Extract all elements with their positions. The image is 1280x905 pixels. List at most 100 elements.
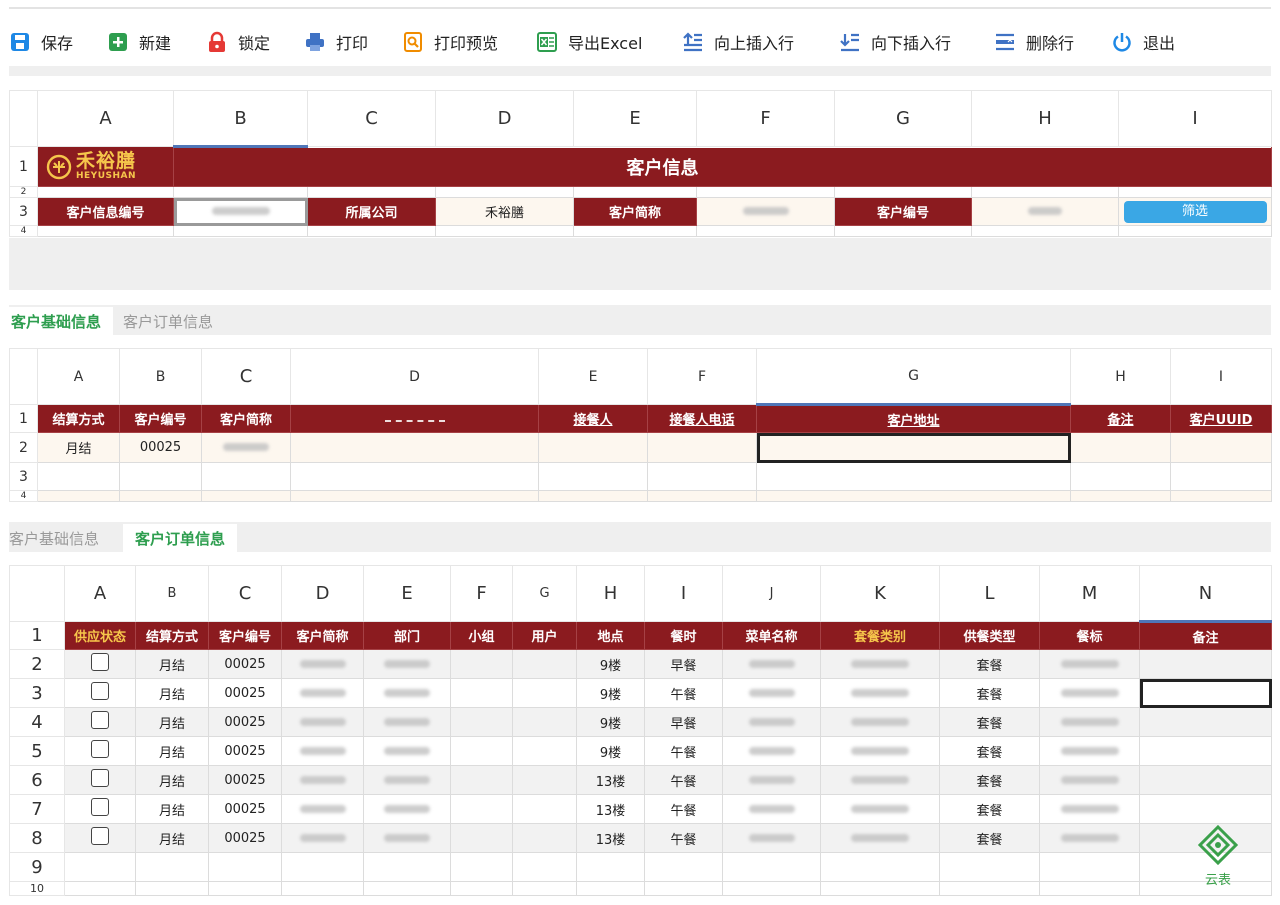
supply-status-checkbox-cell[interactable] [64, 649, 136, 679]
table-cell[interactable]: 9楼 [576, 736, 645, 766]
table-cell[interactable] [135, 852, 209, 882]
table-cell[interactable] [820, 678, 940, 708]
table-cell[interactable] [512, 678, 577, 708]
row-header-1[interactable]: 1 [9, 621, 65, 650]
cell[interactable] [37, 186, 174, 198]
table-cell[interactable]: 00025 [208, 649, 282, 679]
cell[interactable] [307, 186, 436, 198]
table-cell[interactable]: 午餐 [644, 736, 723, 766]
cell[interactable] [119, 462, 202, 491]
cell[interactable] [37, 490, 120, 502]
col-header-a[interactable]: A [37, 348, 120, 405]
col-header-b[interactable]: B [119, 348, 202, 405]
col-header-c[interactable]: C [201, 348, 291, 405]
table-cell[interactable] [820, 707, 940, 737]
table-cell[interactable] [1039, 678, 1140, 708]
table-cell[interactable]: 套餐 [939, 765, 1040, 795]
new-button[interactable]: 新建 [107, 26, 206, 58]
col-header-i[interactable]: I [1170, 348, 1272, 405]
table-cell[interactable]: 月结 [135, 649, 209, 679]
table-cell[interactable]: 13楼 [576, 823, 645, 853]
col-header-k[interactable]: K [820, 565, 940, 622]
table-cell[interactable] [820, 794, 940, 824]
col-header-g[interactable]: G [512, 565, 577, 622]
col-header-a[interactable]: A [37, 90, 174, 147]
table-cell[interactable] [512, 794, 577, 824]
cell[interactable] [201, 490, 291, 502]
table-cell[interactable]: 00025 [208, 794, 282, 824]
cell[interactable] [37, 462, 120, 491]
table-cell[interactable]: 早餐 [644, 707, 723, 737]
export-excel-button[interactable]: 导出Excel [536, 26, 682, 58]
table-cell[interactable]: 套餐 [939, 707, 1040, 737]
table-cell[interactable]: 9楼 [576, 649, 645, 679]
table-cell[interactable] [512, 707, 577, 737]
table-cell[interactable]: 月结 [135, 736, 209, 766]
table-cell[interactable]: 月结 [135, 794, 209, 824]
row-header-6[interactable]: 6 [9, 765, 65, 795]
table-cell[interactable]: 9楼 [576, 707, 645, 737]
table-cell[interactable] [450, 736, 513, 766]
table-cell[interactable] [1139, 794, 1272, 824]
customer-short-name-field[interactable] [696, 197, 835, 226]
lock-button[interactable]: 锁定 [206, 26, 304, 58]
row-header-5[interactable]: 5 [9, 736, 65, 766]
supply-status-checkbox-cell[interactable] [64, 707, 136, 737]
table-cell[interactable] [363, 678, 451, 708]
table-cell[interactable] [722, 852, 821, 882]
table-cell[interactable] [208, 881, 282, 896]
cell[interactable] [538, 462, 648, 491]
table-cell[interactable]: 00025 [208, 765, 282, 795]
col-header-h[interactable]: H [1070, 348, 1171, 405]
row-header-9[interactable]: 9 [9, 852, 65, 882]
row-header-4[interactable]: 4 [9, 707, 65, 737]
col-header-f[interactable]: F [450, 565, 513, 622]
table-cell[interactable] [1039, 794, 1140, 824]
table-cell[interactable] [939, 881, 1040, 896]
col-header-g[interactable]: G [756, 348, 1071, 406]
col-header-h[interactable]: H [971, 90, 1119, 147]
delete-row-button[interactable]: 删除行 [994, 26, 1111, 58]
cell[interactable] [1170, 490, 1272, 502]
table-cell[interactable] [722, 678, 821, 708]
table-cell[interactable]: 午餐 [644, 794, 723, 824]
supply-status-checkbox[interactable] [91, 740, 109, 758]
col-header-i[interactable]: I [644, 565, 723, 622]
supply-status-checkbox-cell[interactable] [64, 794, 136, 824]
table-cell[interactable]: 套餐 [939, 678, 1040, 708]
cell[interactable] [290, 462, 539, 491]
table-cell[interactable] [363, 823, 451, 853]
table-cell[interactable] [450, 881, 513, 896]
table-cell[interactable]: 套餐 [939, 794, 1040, 824]
table-cell[interactable]: 套餐 [939, 736, 1040, 766]
table-cell[interactable]: 套餐 [939, 649, 1040, 679]
supply-status-checkbox[interactable] [91, 769, 109, 787]
table-cell[interactable] [644, 852, 723, 882]
table-cell[interactable] [363, 794, 451, 824]
cell[interactable] [435, 225, 574, 237]
row-header-4[interactable]: 4 [9, 225, 38, 237]
table-cell[interactable] [512, 881, 577, 896]
supply-status-checkbox-cell[interactable] [64, 823, 136, 853]
customer-code-field[interactable] [173, 197, 308, 226]
col-header-c[interactable]: C [307, 90, 436, 147]
cell-customer-address-active[interactable] [756, 432, 1071, 463]
cell[interactable] [756, 490, 1071, 502]
table-cell[interactable] [512, 852, 577, 882]
table-cell[interactable] [1139, 736, 1272, 766]
table-cell[interactable] [512, 823, 577, 853]
col-header-a[interactable]: A [64, 565, 136, 622]
table-cell[interactable]: 月结 [135, 765, 209, 795]
col-header-b[interactable]: B [135, 565, 209, 622]
col-header-g[interactable]: G [834, 90, 972, 147]
table-cell[interactable] [281, 823, 364, 853]
insert-row-above-button[interactable]: 向上插入行 [682, 26, 839, 58]
cell[interactable] [290, 432, 539, 463]
table-cell[interactable] [1039, 765, 1140, 795]
col-header-f[interactable]: F [696, 90, 835, 147]
table-cell[interactable]: 00025 [208, 823, 282, 853]
cell[interactable] [647, 462, 757, 491]
cell[interactable] [173, 186, 308, 198]
row-header-2[interactable]: 2 [9, 432, 38, 463]
company-field[interactable]: 禾裕膳 [435, 197, 574, 226]
